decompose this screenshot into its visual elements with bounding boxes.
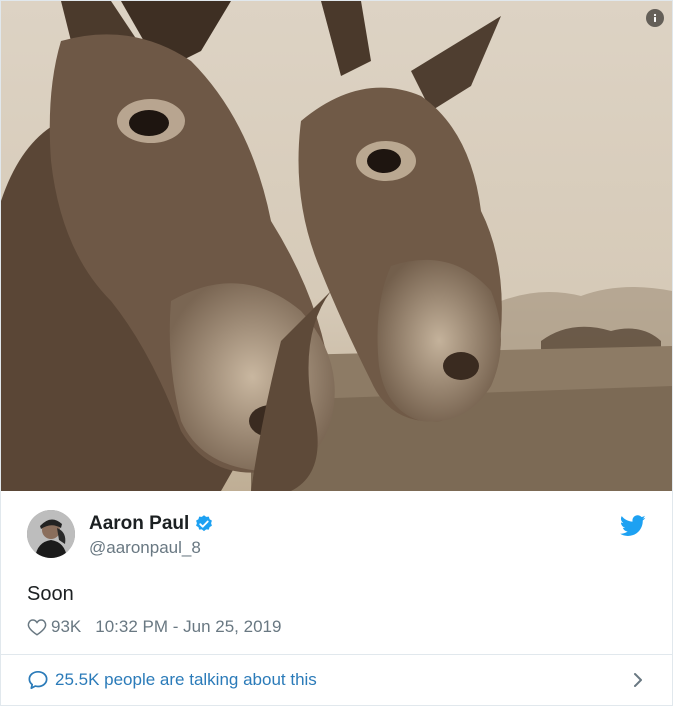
author-handle[interactable]: @aaronpaul_8	[89, 537, 214, 559]
tweet-photo[interactable]	[1, 1, 672, 491]
like-count: 93K	[51, 617, 82, 636]
verified-badge-icon	[196, 515, 213, 532]
tweet-header: Aaron Paul @aaronpaul_8	[27, 508, 646, 560]
tweet-text: Soon	[27, 583, 74, 605]
tweet-timestamp[interactable]: 10:32 PM - Jun 25, 2019	[95, 617, 281, 637]
author-names[interactable]: Aaron Paul @aaronpaul_8	[89, 512, 214, 559]
speech-bubble-icon	[28, 670, 48, 690]
tweet-card[interactable]: Aaron Paul @aaronpaul_8 Soon 93K 10:32 P…	[0, 0, 673, 706]
conversation-link[interactable]: 25.5K people are talking about this	[1, 654, 672, 705]
like-button[interactable]: 93K	[27, 617, 81, 637]
tweet-meta: 93K 10:32 PM - Jun 25, 2019	[27, 616, 281, 638]
avatar[interactable]	[27, 510, 75, 558]
heart-icon	[27, 619, 47, 636]
conversation-text: 25.5K people are talking about this	[55, 670, 317, 689]
donkeys-photo	[1, 1, 672, 491]
author-display-name[interactable]: Aaron Paul	[89, 512, 189, 536]
chevron-right-icon[interactable]	[632, 671, 644, 689]
twitter-bird-icon[interactable]	[620, 515, 646, 537]
info-icon[interactable]	[646, 9, 664, 27]
